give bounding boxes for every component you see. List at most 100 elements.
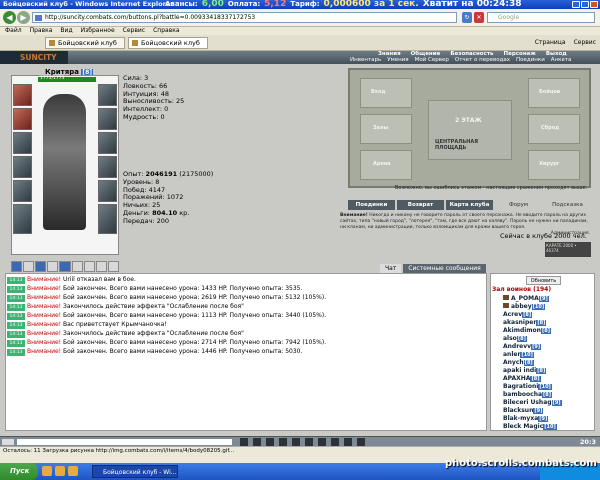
nav-inventory[interactable]: Инвентарь [350,57,381,63]
legs-slot[interactable] [13,204,32,234]
menu-file[interactable]: Файл [5,27,22,35]
send-icon[interactable] [240,438,248,446]
player-item[interactable]: akasniper[8] [503,319,546,327]
player-item[interactable]: bamboocha[8] [503,391,552,399]
player-item[interactable]: Akimdimon[8] [503,327,551,335]
belt-slot[interactable] [13,180,32,202]
armor-slot[interactable] [13,156,32,178]
quick-launch-icon[interactable] [42,466,52,476]
tab-2[interactable]: Бойцовский клуб [128,37,208,49]
player-item[interactable]: APAXHA[8] [503,375,541,383]
player-item[interactable]: A_POMA[9] [503,295,549,303]
belt-item[interactable] [96,261,107,272]
amulet-slot[interactable] [13,108,32,130]
belt-item[interactable] [72,261,83,272]
hint-button[interactable]: Подсказка [544,200,591,210]
player-item[interactable]: apaki indi[8] [503,367,546,375]
club-map-button[interactable]: Карта клуба [446,200,493,210]
player-item[interactable]: Anych[8] [503,359,534,367]
maximize-icon[interactable] [581,1,589,8]
belt-item[interactable] [59,261,70,272]
tab-chat[interactable]: Чат [380,264,401,273]
exit-icon[interactable] [357,438,365,446]
minimize-icon[interactable] [572,1,580,8]
nav-skills[interactable]: Умения [387,57,408,63]
player-item[interactable]: also[8] [503,335,527,343]
watermark: photo.scrolls.combats.com [445,458,597,469]
taskbar-item[interactable]: Бойцовский клуб - Wi... [92,465,178,478]
tab-1[interactable]: Бойцовский клуб [45,37,125,49]
player-item[interactable]: Acrev[8] [503,311,532,319]
belt-item[interactable] [108,261,119,272]
gloves-slot[interactable] [98,132,117,154]
scroll-icon[interactable] [344,438,352,446]
nav-duels[interactable]: Поединки [516,57,545,63]
ring-slot[interactable] [98,108,117,130]
nav-transfers[interactable]: Отчет о переводах [455,57,510,63]
belt-item[interactable] [23,261,34,272]
map-room[interactable]: Бойцов [528,78,580,108]
search-input[interactable]: Google [487,12,595,23]
forum-button[interactable]: Форум [495,200,542,210]
font-icon[interactable] [331,438,339,446]
refresh-players-button[interactable]: Обновить [526,276,561,285]
earring-slot[interactable] [98,84,117,106]
quick-launch-icon[interactable] [55,466,65,476]
quick-launch-icon[interactable] [68,466,78,476]
boots-slot[interactable] [98,204,117,234]
belt-item[interactable] [47,261,58,272]
url-field[interactable]: http://suncity.combats.com/buttons.pl?ba… [32,12,457,23]
menu-favorites[interactable]: Избранное [81,27,115,35]
menu-tools[interactable]: Сервис [123,27,145,35]
forward-icon[interactable]: ▶ [17,11,30,24]
weapon-slot[interactable] [13,132,32,154]
player-item[interactable]: abbey[10] [503,303,545,311]
player-item[interactable]: Blak-myxa[9] [503,415,548,423]
map-room[interactable]: Хирург [528,150,580,180]
duels-button[interactable]: Поединки [348,200,395,210]
helmet-slot[interactable] [13,84,32,106]
translit-icon[interactable] [318,438,326,446]
player-item[interactable]: anler[10] [503,351,534,359]
close-icon[interactable] [590,1,598,8]
central-square[interactable]: 2 ЭТАЖ ЦЕНТРАЛЬНАЯ ПЛОЩАДЬ [428,100,512,160]
channel-icon[interactable] [292,438,300,446]
club-map[interactable]: Вход Бойцов Залы Сброд Арена Хирург 2 ЭТ… [348,68,591,188]
tools-menu[interactable]: Сервис [574,38,596,48]
map-room[interactable]: Сброд [528,114,580,144]
map-room[interactable]: Залы [360,114,412,144]
player-level: [9] [531,344,541,350]
chat-prefix: Внимание! [27,303,61,310]
map-room[interactable]: Арена [360,150,412,180]
player-item[interactable]: Bagrationi[10] [503,383,552,391]
menu-help[interactable]: Справка [153,27,179,35]
shield-slot[interactable] [98,156,117,178]
map-room[interactable]: Вход [360,78,412,108]
player-item[interactable]: Blacksun[9] [503,407,543,415]
belt-item[interactable] [35,261,46,272]
player-level: [8] [541,328,551,334]
menu-edit[interactable]: Правка [30,27,53,35]
player-item[interactable]: Andrevv[9] [503,343,541,351]
bracers-slot[interactable] [98,180,117,202]
belt-item[interactable] [11,261,22,272]
player-item[interactable]: Bleck Magic[10] [503,423,557,431]
back-icon[interactable]: ◀ [3,11,16,24]
page-menu[interactable]: Страница [535,38,566,48]
filter-icon[interactable] [279,438,287,446]
clear-icon[interactable] [266,438,274,446]
nav-profile[interactable]: Анкета [551,57,572,63]
menu-view[interactable]: Вид [60,27,72,35]
smile-icon[interactable] [253,438,261,446]
sound-icon[interactable] [305,438,313,446]
start-button[interactable]: Пуск [0,463,38,480]
stop-icon[interactable]: ✕ [474,12,484,23]
player-item[interactable]: Bileceri Ushag[9] [503,399,562,407]
belt-item[interactable] [84,261,95,272]
return-button[interactable]: Возврат [397,200,444,210]
chat-mode-button[interactable] [2,439,14,445]
refresh-icon[interactable]: ↻ [462,12,472,23]
nav-myserver[interactable]: Мой Сервер [415,57,449,63]
tab-system-messages[interactable]: Системные сообщения [403,264,485,273]
chat-input[interactable] [17,439,232,445]
